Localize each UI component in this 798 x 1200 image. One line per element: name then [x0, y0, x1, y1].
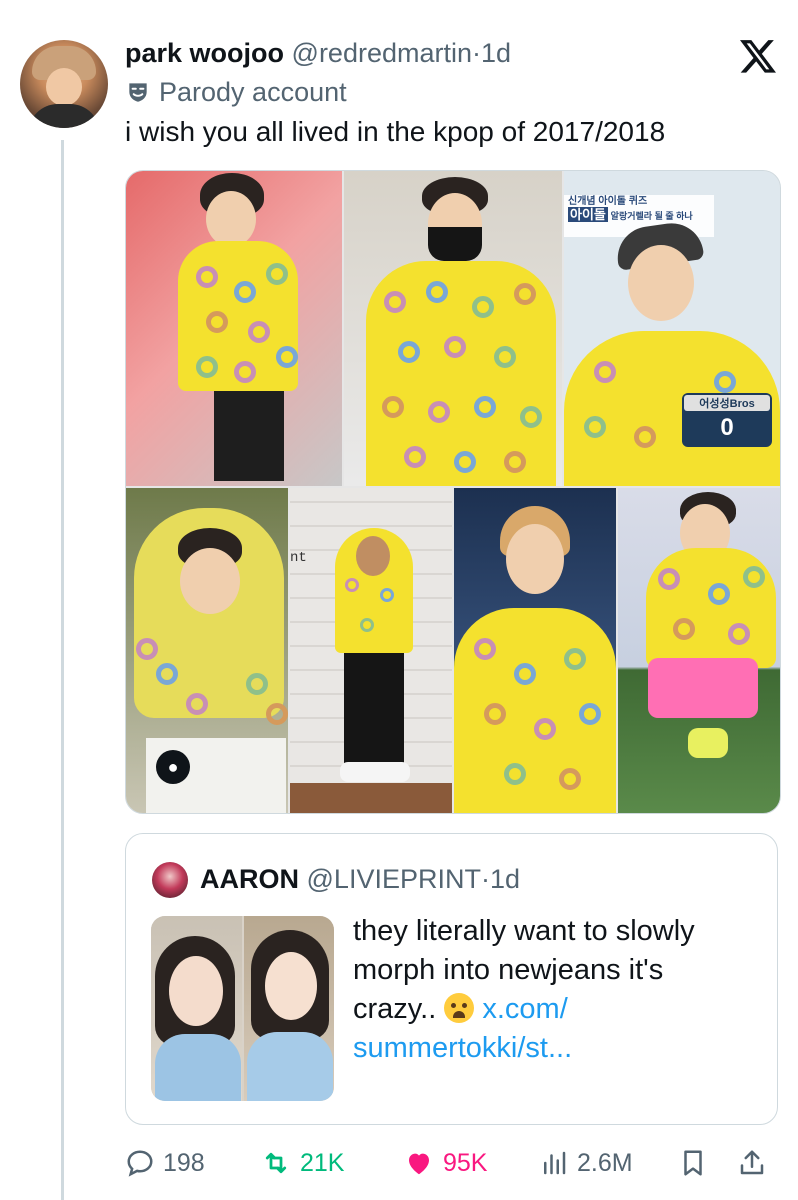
- bookmark-button[interactable]: [678, 1143, 708, 1183]
- reply-icon: [127, 1150, 153, 1177]
- collage-panel-1: [126, 171, 342, 486]
- avatar-face: [46, 68, 82, 106]
- views-count: 2.6M: [577, 1148, 633, 1177]
- parody-mask-icon: [129, 83, 147, 102]
- collage-panel-2: [344, 171, 562, 486]
- x-logo-icon[interactable]: [738, 36, 778, 76]
- tweet-image-collage[interactable]: 신개념 아이돌 퀴즈 아이돌 알랑거렐라 될 줄 하나 어성성Bros 0 ● …: [125, 170, 781, 814]
- header-separator: ·: [472, 38, 482, 68]
- quoted-header: AARON @LIVIEPRINT·1d: [200, 864, 520, 895]
- quoted-author-name[interactable]: AARON: [200, 864, 299, 894]
- action-bar: 198 21K 95K 2.6M: [125, 1143, 785, 1183]
- repost-count: 21K: [300, 1148, 345, 1177]
- avatar-body: [28, 104, 100, 128]
- quoted-author-avatar[interactable]: [152, 862, 188, 898]
- tweet-text: i wish you all lived in the kpop of 2017…: [125, 116, 666, 147]
- quoted-media-thumbnail[interactable]: [151, 916, 334, 1101]
- author-name[interactable]: park woojoo: [125, 38, 284, 68]
- collage-panel-4: ●: [126, 488, 288, 813]
- reply-count: 198: [163, 1148, 205, 1177]
- author-handle[interactable]: @redredmartin: [292, 38, 472, 68]
- share-button[interactable]: [737, 1143, 767, 1183]
- collage-panel-3: 신개념 아이돌 퀴즈 아이돌 알랑거렐라 될 줄 하나 어성성Bros 0: [564, 171, 780, 486]
- overlay-caption: 신개념 아이돌 퀴즈 아이돌 알랑거렐라 될 줄 하나: [568, 196, 693, 222]
- views-button[interactable]: 2.6M: [539, 1143, 633, 1183]
- collage-panel-5: nt: [290, 488, 452, 813]
- thread-line: [61, 140, 64, 1200]
- views-chart-icon: [544, 1151, 566, 1175]
- share-icon: [740, 1150, 764, 1175]
- author-avatar[interactable]: [20, 40, 108, 128]
- quoted-tweet[interactable]: AARON @LIVIEPRINT·1d they literally want…: [125, 833, 778, 1125]
- quoted-link[interactable]: x.com/: [482, 993, 567, 1025]
- quoted-link-continued[interactable]: summertokki/st...: [353, 1029, 753, 1068]
- score-badge: 어성성Bros 0: [682, 393, 772, 447]
- collage-panel-6: [454, 488, 616, 813]
- person-icon: ●: [156, 750, 190, 784]
- heart-icon: [409, 1153, 429, 1175]
- tweet-time[interactable]: 1d: [481, 38, 511, 68]
- parody-label: Parody account: [125, 76, 347, 108]
- wall-text: nt: [290, 550, 307, 566]
- collage-panel-7: [618, 488, 780, 813]
- quoted-text: they literally want to slowly morph into…: [353, 912, 753, 1068]
- reply-button[interactable]: 198: [125, 1143, 205, 1183]
- loudly-crying-face-icon: [444, 993, 475, 1023]
- quoted-author-handle[interactable]: @LIVIEPRINT: [307, 864, 481, 894]
- like-count: 95K: [443, 1148, 488, 1177]
- like-button[interactable]: 95K: [403, 1143, 487, 1183]
- tweet-header: park woojoo @redredmartin·1d: [125, 38, 685, 72]
- quoted-separator: ·: [480, 864, 490, 894]
- repost-icon: [265, 1152, 287, 1174]
- repost-button[interactable]: 21K: [260, 1143, 344, 1183]
- quoted-time[interactable]: 1d: [490, 864, 520, 894]
- bookmark-icon: [684, 1150, 702, 1176]
- parody-text: Parody account: [159, 76, 347, 107]
